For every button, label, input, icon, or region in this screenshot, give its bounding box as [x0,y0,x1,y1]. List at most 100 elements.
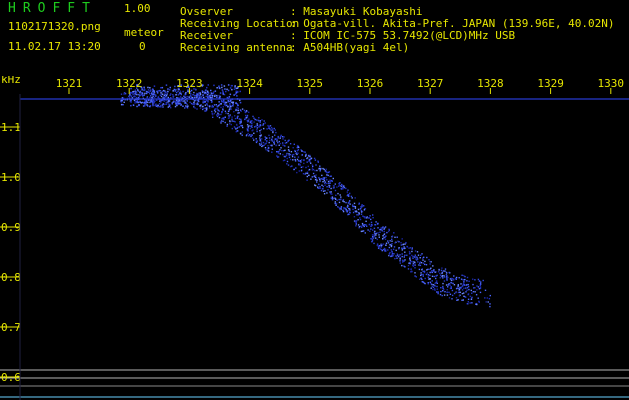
echo-point [279,149,281,151]
echo-point [149,87,151,89]
echo-point [182,100,184,103]
echo-point [417,254,420,256]
echo-point [345,201,347,204]
echo-point [120,93,123,95]
echo-point [129,94,131,96]
echo-point [175,102,177,105]
echo-point [334,201,336,203]
echo-point [264,143,266,145]
echo-point [226,125,228,127]
echo-point [424,260,426,263]
echo-point [289,153,291,156]
frequency-tick-label: 0.7 [1,321,21,334]
echo-point [305,166,307,169]
echo-point [152,104,154,107]
echo-point [177,94,180,96]
echo-point [391,240,393,242]
echo-point [431,271,433,274]
echo-point [375,232,378,235]
echo-point [151,96,153,99]
echo-point [365,224,367,226]
echo-point [160,95,163,98]
echo-point [316,169,318,172]
echo-point [228,96,231,98]
receiver-label: Receiver [180,29,233,42]
echo-point [383,248,385,251]
echo-point [247,121,249,123]
echo-point [224,88,226,90]
echo-point [265,137,268,139]
echo-point [419,257,421,259]
echo-point [294,149,296,152]
echo-point [123,93,125,95]
echo-point [166,103,168,105]
echo-point [370,228,372,230]
echo-point [312,168,315,171]
echo-point [274,134,276,136]
echo-point [445,284,448,286]
echo-point [239,121,241,123]
echo-point [210,101,213,103]
time-tick-label: 1324 [236,77,263,90]
echo-point [221,86,223,89]
echo-point [476,285,478,287]
echo-point [284,139,286,142]
echo-point [409,257,411,260]
echo-point [276,155,278,157]
echo-point [141,92,144,95]
echo-point [192,94,195,96]
echo-point [396,253,398,255]
echo-point [261,119,263,121]
echo-point [489,303,491,305]
echo-point [466,276,469,279]
echo-point [257,120,260,122]
echo-point [426,256,428,259]
echo-point [177,90,179,92]
echo-point [236,127,238,129]
echo-point [373,234,375,236]
echo-point [220,113,222,116]
echo-point [229,107,231,109]
echo-point [221,111,223,114]
echo-point [154,100,156,102]
echo-point [253,139,255,141]
echo-point [225,112,227,114]
echo-point [449,293,452,295]
observer-value: : Masayuki Kobayashi [290,5,423,18]
echo-point [271,148,273,150]
echo-point [319,187,321,189]
echo-point [206,103,208,106]
echo-point [414,250,417,252]
echo-point [237,104,239,107]
echo-point [160,92,162,94]
echo-point [385,242,388,244]
echo-point [245,116,248,119]
echo-point [146,104,148,106]
echo-point [296,158,299,161]
echo-point [474,279,476,281]
echo-point [314,184,316,186]
echo-point [345,209,348,211]
echo-point [213,112,215,115]
echo-point [403,256,405,258]
echo-point [170,93,172,95]
echo-point [204,104,207,106]
echo-point [258,124,261,126]
echo-point [284,142,287,144]
echo-point [259,144,262,146]
echo-point [175,94,177,96]
echo-point [427,274,430,276]
echo-point [456,299,458,301]
echo-point [130,101,132,103]
echo-point [251,134,253,136]
echo-point [134,93,136,95]
echo-point [263,127,265,130]
echo-point [334,197,336,199]
echo-point [218,87,221,89]
echo-point [259,130,261,132]
echo-point [226,123,229,126]
echo-point [311,164,314,166]
echo-point [234,115,236,117]
echo-point [221,118,223,120]
echo-point [468,288,470,291]
